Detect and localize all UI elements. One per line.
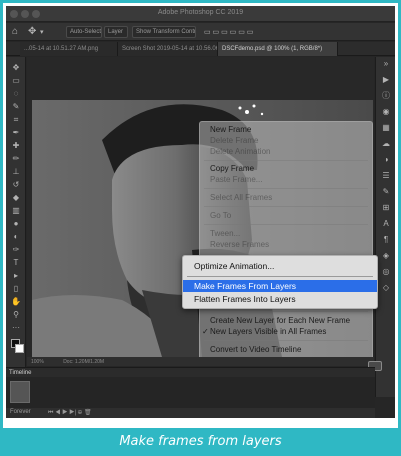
- info-icon[interactable]: ⓘ: [381, 91, 391, 101]
- menu-item-copy-frame[interactable]: Copy Frame: [210, 164, 254, 173]
- properties-icon[interactable]: ☰: [381, 171, 391, 181]
- caption-text: Make frames from layers: [119, 434, 282, 449]
- path-selection-tool-icon[interactable]: ▸: [11, 271, 21, 280]
- zoom-tool-icon[interactable]: ⚲: [11, 310, 21, 319]
- timeline-frames: [6, 377, 375, 408]
- menu-item-delete-animation[interactable]: Delete Animation: [210, 147, 270, 156]
- eyedropper-tool-icon[interactable]: ✒: [11, 128, 21, 137]
- menu-item-create-new-layer-each-frame[interactable]: Create New Layer for Each New Frame: [210, 316, 350, 325]
- timeline-tab-label: Timeline: [9, 370, 32, 376]
- menu-separator: [204, 160, 368, 161]
- menu-separator: [204, 224, 368, 225]
- menu-item-select-all-frames[interactable]: Select All Frames: [210, 193, 272, 202]
- timeline-panel-menu: New Frame Delete Frame Delete Animation …: [199, 121, 373, 361]
- chevron-down-icon[interactable]: ▾: [40, 28, 44, 36]
- options-bar: ⌂ ✥ ▾ Auto-Select: Layer Show Transform …: [6, 23, 395, 41]
- zoom-level: 100%: [31, 359, 44, 365]
- libraries-icon[interactable]: ☁: [381, 139, 391, 149]
- photoshop-window: Adobe Photoshop CC 2019 ⌂ ✥ ▾ Auto-Selec…: [6, 6, 395, 418]
- frame-thumbnail[interactable]: [10, 381, 30, 403]
- menu-separator: [187, 276, 373, 277]
- channels-icon[interactable]: ◎: [381, 267, 391, 277]
- timeline-panel-tab[interactable]: Timeline: [6, 367, 375, 377]
- eraser-tool-icon[interactable]: ◆: [11, 193, 21, 202]
- quick-select-tool-icon[interactable]: ✎: [11, 102, 21, 111]
- show-transform-controls-checkbox[interactable]: Show Transform Controls: [132, 26, 196, 38]
- title-bar: Adobe Photoshop CC 2019: [6, 6, 395, 22]
- play-icon[interactable]: ▶: [381, 75, 391, 85]
- background-color-swatch[interactable]: [15, 344, 24, 353]
- menu-separator: [204, 206, 368, 207]
- brush-tool-icon[interactable]: ✏: [11, 154, 21, 163]
- right-panel-dock: » ▶ ⓘ ◉ ▦ ☁ ◑ ☰ ✎ ⊞ A ¶ ◈ ◎ ◇: [375, 57, 395, 397]
- hand-tool-icon[interactable]: ✋: [11, 297, 21, 306]
- paragraph-icon[interactable]: ¶: [381, 235, 391, 245]
- tab-document-active[interactable]: DSCFdemo.psd @ 100% (1, RGB/8*): [218, 42, 338, 56]
- menu-item-delete-frame[interactable]: Delete Frame: [210, 136, 258, 145]
- history-brush-tool-icon[interactable]: ↺: [11, 180, 21, 189]
- menu-separator: [204, 340, 368, 341]
- caption-banner: Make frames from layers: [3, 428, 398, 453]
- menu-item-tween[interactable]: Tween...: [210, 229, 240, 238]
- type-tool-icon[interactable]: T: [11, 258, 21, 267]
- brush-settings-icon[interactable]: ✎: [381, 187, 391, 197]
- more-tools-icon[interactable]: ···: [11, 323, 21, 332]
- menu-item-optimize-animation[interactable]: Optimize Animation...: [183, 260, 377, 272]
- timeline-controls: Forever ⏮ ◀ ▶ ▶| ⊕ 🗑: [6, 408, 375, 418]
- menu-item-flatten-frames-into-layers[interactable]: Flatten Frames Into Layers: [183, 293, 377, 305]
- layers-icon[interactable]: ◈: [381, 251, 391, 261]
- paths-icon[interactable]: ◇: [381, 283, 391, 293]
- tab-document-1[interactable]: ...05-14 at 10.51.27 AM.png: [20, 42, 118, 56]
- menu-separator: [204, 311, 368, 312]
- blur-tool-icon[interactable]: ●: [11, 219, 21, 228]
- gradient-tool-icon[interactable]: ▥: [11, 206, 21, 215]
- healing-brush-tool-icon[interactable]: ✚: [11, 141, 21, 150]
- move-tool-icon[interactable]: ✥: [28, 26, 36, 37]
- canvas-area[interactable]: New Frame Delete Frame Delete Animation …: [27, 57, 378, 361]
- move-tool-icon[interactable]: ✥: [11, 63, 21, 72]
- pen-tool-icon[interactable]: ✑: [11, 245, 21, 254]
- status-bar: 100% Doc: 1.20M/1.20M: [27, 357, 374, 366]
- swatches-icon[interactable]: ▦: [381, 123, 391, 133]
- align-icons[interactable]: ▭ ▭ ▭ ▭ ▭ ▭: [204, 28, 253, 36]
- crop-tool-icon[interactable]: ⌗: [11, 115, 21, 124]
- animation-submenu: Optimize Animation... Make Frames From L…: [182, 255, 378, 309]
- rectangle-tool-icon[interactable]: ▯: [11, 284, 21, 293]
- color-icon[interactable]: ◉: [381, 107, 391, 117]
- check-icon: ✓: [202, 327, 209, 336]
- adjustments-icon[interactable]: ◑: [381, 155, 391, 165]
- tab-document-2[interactable]: Screen Shot 2019-05-14 at 10.56.06 AM.pn…: [118, 42, 218, 56]
- menu-item-make-frames-from-layers[interactable]: Make Frames From Layers: [183, 280, 377, 292]
- menu-separator: [204, 188, 368, 189]
- menu-item-new-frame[interactable]: New Frame: [210, 125, 251, 134]
- menu-item-convert-to-video-timeline[interactable]: Convert to Video Timeline: [210, 345, 301, 354]
- playback-controls-icon[interactable]: ⏮ ◀ ▶ ▶| ⊕ 🗑: [48, 409, 92, 417]
- loop-dropdown[interactable]: Forever: [10, 409, 31, 415]
- menu-item-reverse-frames[interactable]: Reverse Frames: [210, 240, 269, 249]
- tools-panel: ✥ ▭ ◌ ✎ ⌗ ✒ ✚ ✏ ⊥ ↺ ◆ ▥ ● ◐ ✑ T ▸ ▯ ✋ ⚲ …: [6, 57, 26, 367]
- menu-item-new-layers-visible[interactable]: New Layers Visible in All Frames: [210, 327, 326, 336]
- character-icon[interactable]: A: [381, 219, 391, 229]
- window-title: Adobe Photoshop CC 2019: [157, 9, 244, 16]
- marquee-tool-icon[interactable]: ▭: [11, 76, 21, 85]
- history-icon[interactable]: ⊞: [381, 203, 391, 213]
- home-icon[interactable]: ⌂: [12, 26, 18, 37]
- lasso-tool-icon[interactable]: ◌: [11, 89, 21, 98]
- doc-size: Doc: 1.20M/1.20M: [63, 359, 105, 365]
- menu-item-paste-frame[interactable]: Paste Frame...: [210, 175, 262, 184]
- auto-select-checkbox[interactable]: Auto-Select:: [66, 26, 102, 38]
- clone-stamp-tool-icon[interactable]: ⊥: [11, 167, 21, 176]
- layer-dropdown[interactable]: Layer: [104, 26, 128, 38]
- document-tabs: ...05-14 at 10.51.27 AM.png Screen Shot …: [6, 42, 395, 56]
- collapse-panels-icon[interactable]: »: [381, 59, 391, 69]
- dodge-tool-icon[interactable]: ◐: [11, 232, 21, 241]
- menu-item-go-to[interactable]: Go To: [210, 211, 231, 220]
